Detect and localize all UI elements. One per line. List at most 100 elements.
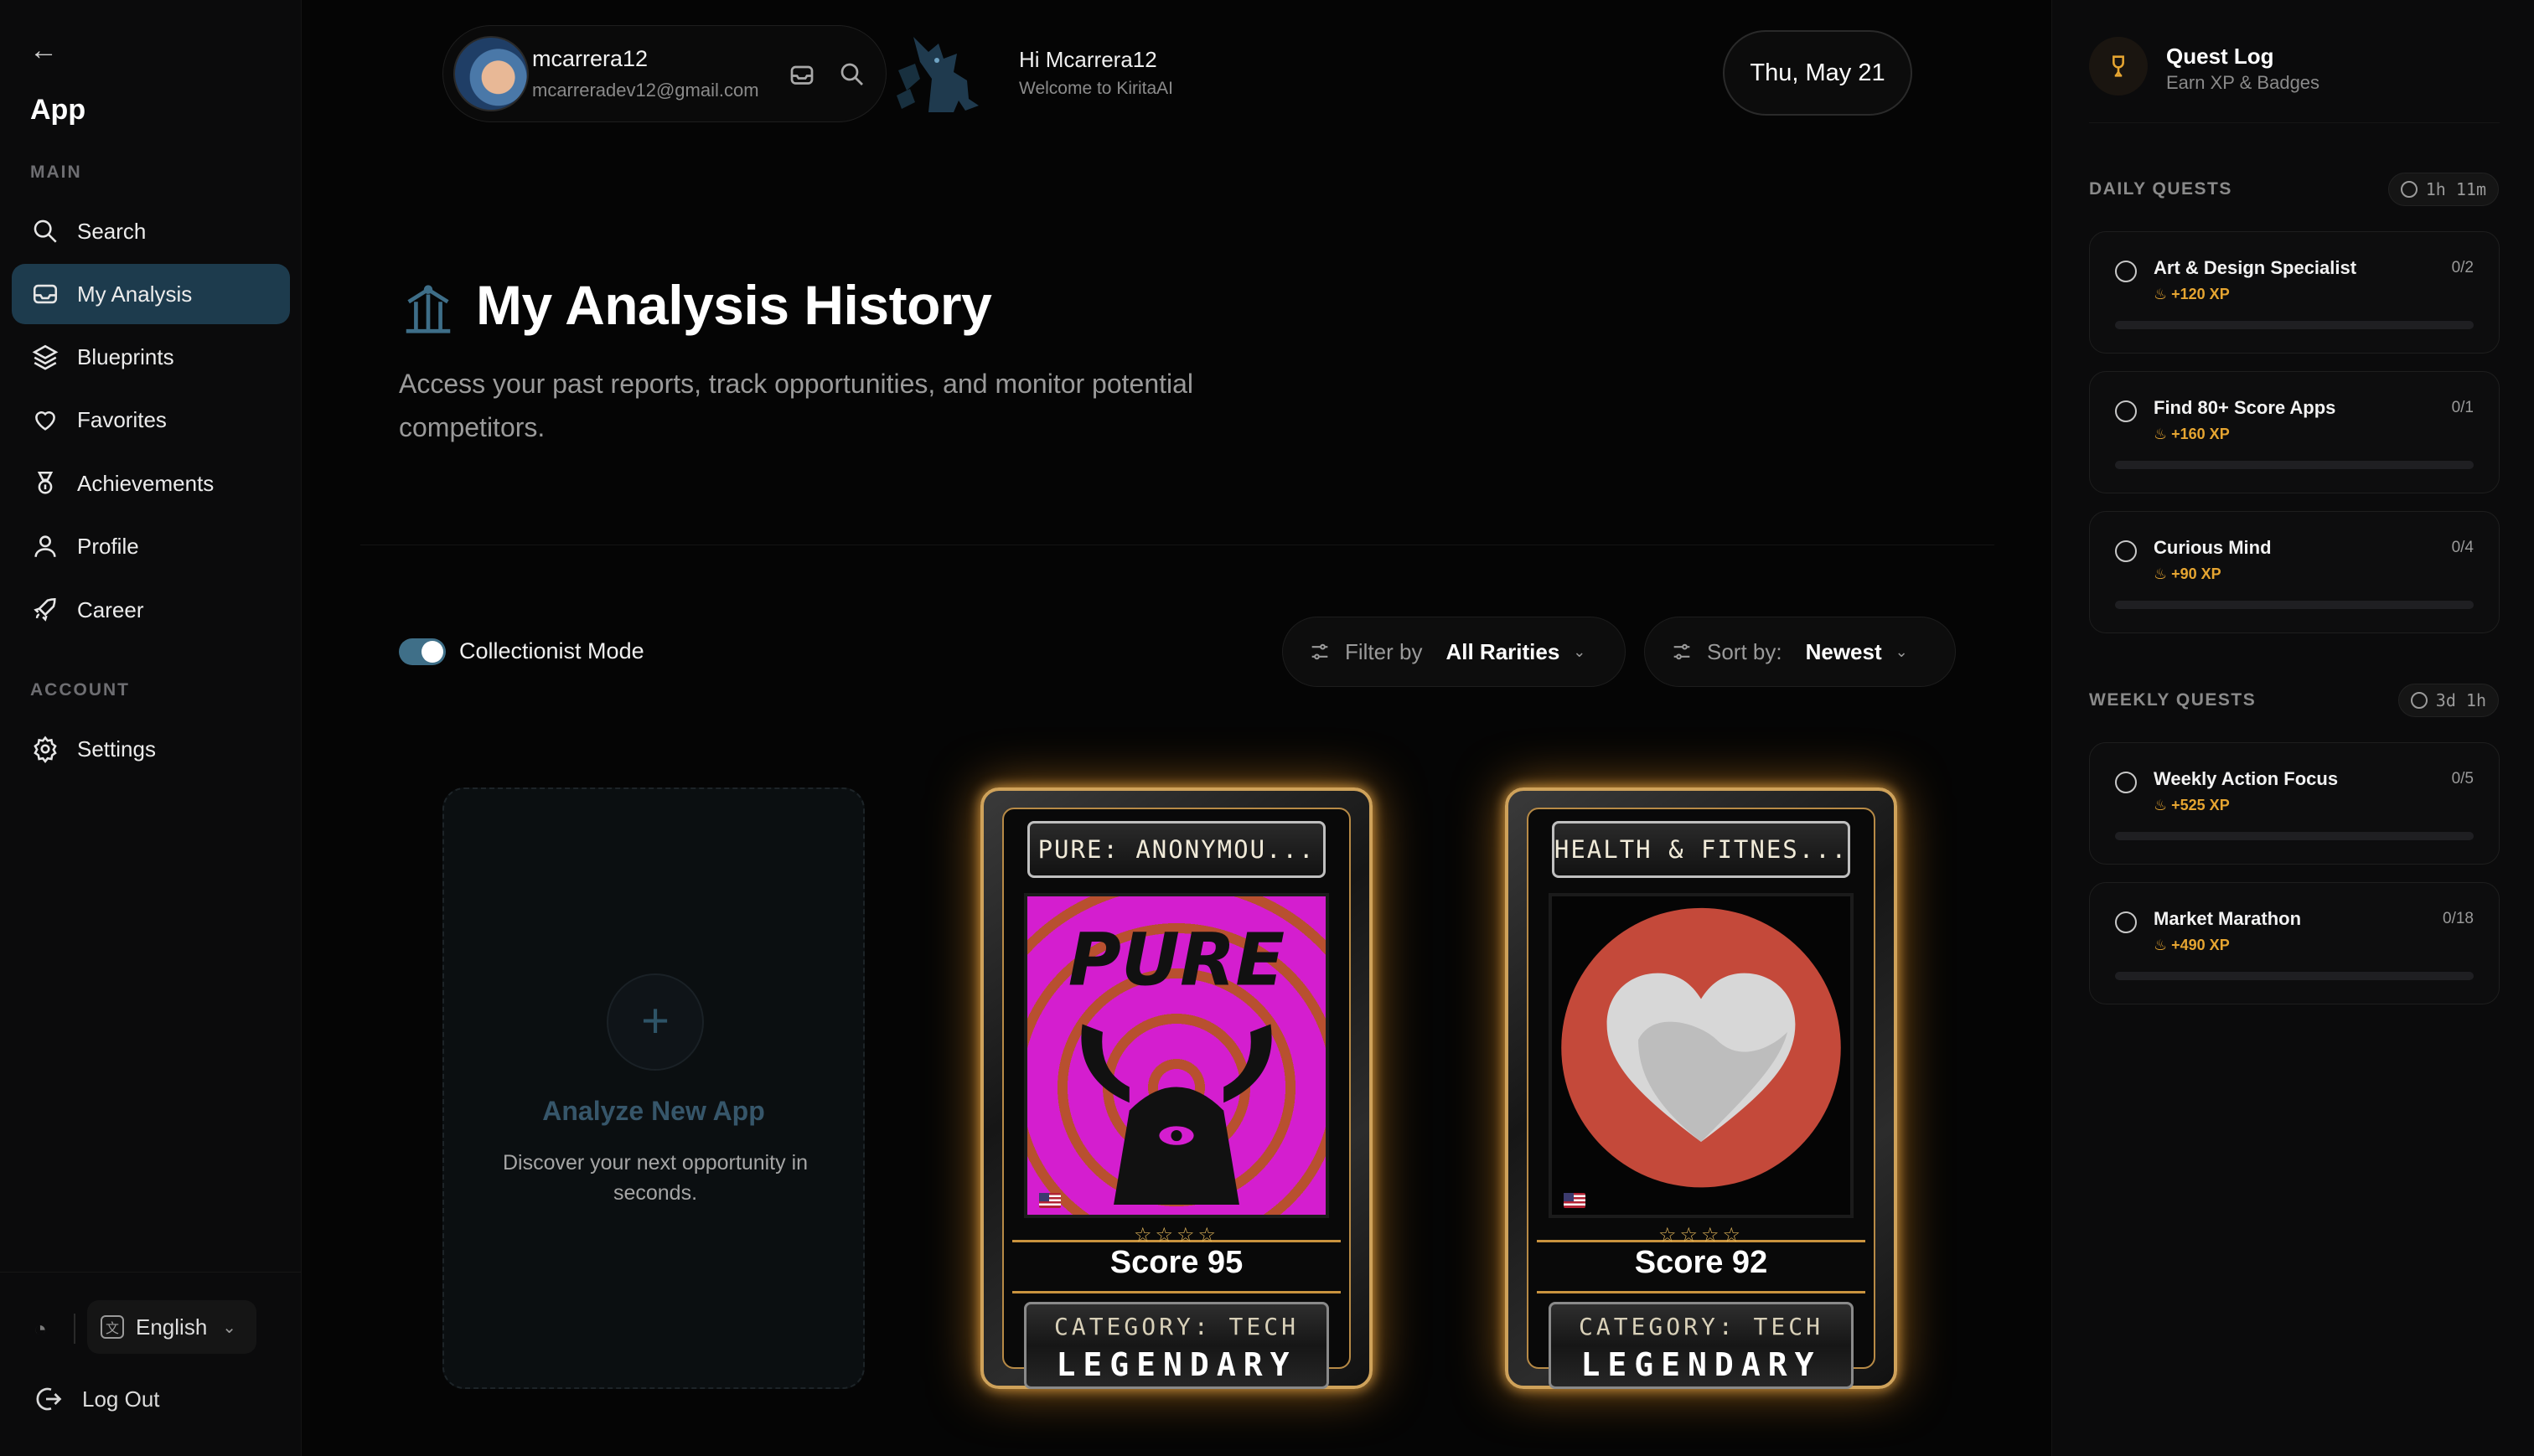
theme-toggle-icon[interactable]: ◔ bbox=[23, 1312, 57, 1345]
chevron-down-icon: ⌄ bbox=[1573, 643, 1586, 660]
card-score: Score 95 bbox=[1109, 1245, 1244, 1280]
analysis-card[interactable]: PURE: ANONYMOU... PURE ☆☆☆☆ Score 95 CAT… bbox=[980, 787, 1373, 1389]
analyze-new-app-card[interactable]: + Analyze New App Discover your next opp… bbox=[442, 787, 865, 1389]
flame-icon: ♨ bbox=[2154, 937, 2172, 953]
date-display: Thu, May 21 bbox=[1723, 30, 1912, 116]
language-select[interactable]: 文 English ⌄ bbox=[87, 1300, 256, 1354]
avatar[interactable] bbox=[453, 36, 529, 111]
quest-xp-value: +120 XP bbox=[2171, 286, 2230, 302]
quest-card[interactable]: Art & Design Specialist 0/2 ♨ +120 XP bbox=[2089, 231, 2500, 354]
flame-icon: ♨ bbox=[2154, 565, 2172, 582]
quest-xp: ♨ +120 XP bbox=[2154, 286, 2230, 303]
card-rarity: LEGENDARY bbox=[1580, 1346, 1822, 1383]
daily-quests-timer: 1h 11m bbox=[2387, 173, 2499, 206]
quest-xp-value: +160 XP bbox=[2171, 426, 2230, 442]
sidebar-item-label: Search bbox=[77, 218, 147, 244]
card-category: CATEGORY: TECH bbox=[1053, 1313, 1299, 1340]
quest-checkbox[interactable] bbox=[2115, 772, 2137, 793]
card-art-text: PURE bbox=[1068, 919, 1285, 1003]
filter-value: All Rarities bbox=[1445, 638, 1560, 664]
logout-label: Log Out bbox=[82, 1386, 160, 1412]
sidebar: ← App MAIN Search My Analysis Blueprints… bbox=[0, 0, 302, 1456]
quest-log-subtitle: Earn XP & Badges bbox=[2166, 72, 2320, 93]
card-category: CATEGORY: TECH bbox=[1578, 1313, 1823, 1340]
flame-icon: ♨ bbox=[2154, 797, 2172, 813]
quest-checkbox[interactable] bbox=[2115, 911, 2137, 933]
clock-icon bbox=[2410, 692, 2428, 709]
sidebar-item-achievements[interactable]: Achievements bbox=[12, 453, 290, 514]
analysis-card[interactable]: HEALTH & FITNES... ☆☆☆☆ Score 92 CATEGOR… bbox=[1505, 787, 1897, 1389]
sidebar-item-settings[interactable]: Settings bbox=[12, 719, 290, 779]
filter-dropdown[interactable]: Filter by All Rarities ⌄ bbox=[1282, 617, 1626, 687]
timer-value: 3d 1h bbox=[2435, 690, 2486, 710]
quest-card[interactable]: Weekly Action Focus 0/5 ♨ +525 XP bbox=[2089, 742, 2500, 865]
user-email: mcarreradev12@gmail.com bbox=[532, 80, 759, 101]
quest-name: Market Marathon bbox=[2154, 908, 2302, 929]
quest-name: Find 80+ Score Apps bbox=[2154, 397, 2336, 418]
health-heart-icon bbox=[1561, 907, 1841, 1188]
sort-label: Sort by: bbox=[1707, 638, 1782, 664]
sidebar-item-label: Settings bbox=[77, 736, 156, 762]
user-icon bbox=[28, 529, 62, 563]
page-title: My Analysis History bbox=[476, 274, 992, 336]
quest-card[interactable]: Find 80+ Score Apps 0/1 ♨ +160 XP bbox=[2089, 371, 2500, 493]
flame-icon: ♨ bbox=[2154, 286, 2172, 302]
sidebar-item-my-analysis[interactable]: My Analysis bbox=[12, 264, 290, 324]
card-category-box: CATEGORY: TECH LEGENDARY bbox=[1024, 1302, 1329, 1389]
card-score: Score 92 bbox=[1634, 1245, 1768, 1280]
quest-name: Art & Design Specialist bbox=[2154, 257, 2357, 278]
user-name: mcarrera12 bbox=[532, 46, 649, 71]
medal-icon bbox=[28, 467, 62, 500]
sidebar-item-label: My Analysis bbox=[77, 281, 193, 307]
sidebar-item-favorites[interactable]: Favorites bbox=[12, 390, 290, 450]
divider bbox=[74, 1314, 75, 1344]
quest-count: 0/4 bbox=[2451, 539, 2474, 556]
quest-checkbox[interactable] bbox=[2115, 540, 2137, 562]
quest-xp: ♨ +90 XP bbox=[2154, 565, 2221, 583]
inbox-icon[interactable] bbox=[787, 59, 817, 90]
sidebar-item-blueprints[interactable]: Blueprints bbox=[12, 327, 290, 387]
sliders-icon bbox=[1673, 643, 1690, 660]
timer-value: 1h 11m bbox=[2425, 179, 2486, 199]
rating-stars: ☆☆☆☆ bbox=[1133, 1224, 1220, 1247]
back-arrow-icon[interactable]: ← bbox=[27, 34, 60, 67]
us-flag-icon bbox=[1564, 1193, 1585, 1208]
clock-icon bbox=[2400, 181, 2418, 198]
analyze-new-app-description: Discover your next opportunity in second… bbox=[502, 1151, 809, 1205]
weekly-quests-timer: 3d 1h bbox=[2397, 684, 2499, 717]
quest-panel: Quest Log Earn XP & Badges DAILY QUESTS … bbox=[2051, 0, 2534, 1456]
devil-mascot-icon: PURE bbox=[1068, 919, 1285, 1205]
sidebar-item-career[interactable]: Career bbox=[12, 580, 290, 640]
filter-label: Filter by bbox=[1345, 638, 1423, 664]
sort-dropdown[interactable]: Sort by: Newest ⌄ bbox=[1644, 617, 1956, 687]
search-icon[interactable] bbox=[837, 59, 867, 90]
quest-card[interactable]: Market Marathon 0/18 ♨ +490 XP bbox=[2089, 882, 2500, 1004]
page-description: Access your past reports, track opportun… bbox=[399, 369, 1194, 442]
greeting-subtitle: Welcome to KiritaAI bbox=[1019, 79, 1174, 98]
sidebar-item-search[interactable]: Search bbox=[12, 201, 290, 261]
logout-icon bbox=[36, 1387, 62, 1411]
gear-icon bbox=[28, 732, 62, 766]
daily-quests-label: DAILY QUESTS bbox=[2089, 179, 2232, 199]
heart-icon bbox=[28, 403, 62, 436]
section-label-account: ACCOUNT bbox=[30, 680, 130, 700]
quest-progress bbox=[2115, 832, 2474, 840]
card-app-name: HEALTH & FITNES... bbox=[1552, 821, 1850, 878]
logout-button[interactable]: Log Out bbox=[34, 1384, 160, 1414]
user-pill: mcarrera12 mcarreradev12@gmail.com bbox=[442, 25, 887, 122]
sidebar-item-profile[interactable]: Profile bbox=[12, 516, 290, 576]
quest-xp: ♨ +160 XP bbox=[2154, 426, 2230, 443]
card-category-box: CATEGORY: TECH LEGENDARY bbox=[1549, 1302, 1854, 1389]
quest-checkbox[interactable] bbox=[2115, 400, 2137, 422]
card-frame: PURE: ANONYMOU... PURE ☆☆☆☆ Score 95 CAT… bbox=[1002, 808, 1351, 1389]
rocket-icon bbox=[28, 593, 62, 627]
collectionist-toggle[interactable] bbox=[399, 638, 446, 665]
quest-card[interactable]: Curious Mind 0/4 ♨ +90 XP bbox=[2089, 511, 2500, 633]
quest-xp: ♨ +525 XP bbox=[2154, 797, 2230, 814]
sidebar-item-label: Career bbox=[77, 596, 144, 622]
quest-xp-value: +490 XP bbox=[2171, 937, 2230, 953]
sidebar-item-label: Achievements bbox=[77, 470, 215, 496]
quest-progress bbox=[2115, 601, 2474, 609]
quest-checkbox[interactable] bbox=[2115, 261, 2137, 282]
flame-icon: ♨ bbox=[2154, 426, 2172, 442]
